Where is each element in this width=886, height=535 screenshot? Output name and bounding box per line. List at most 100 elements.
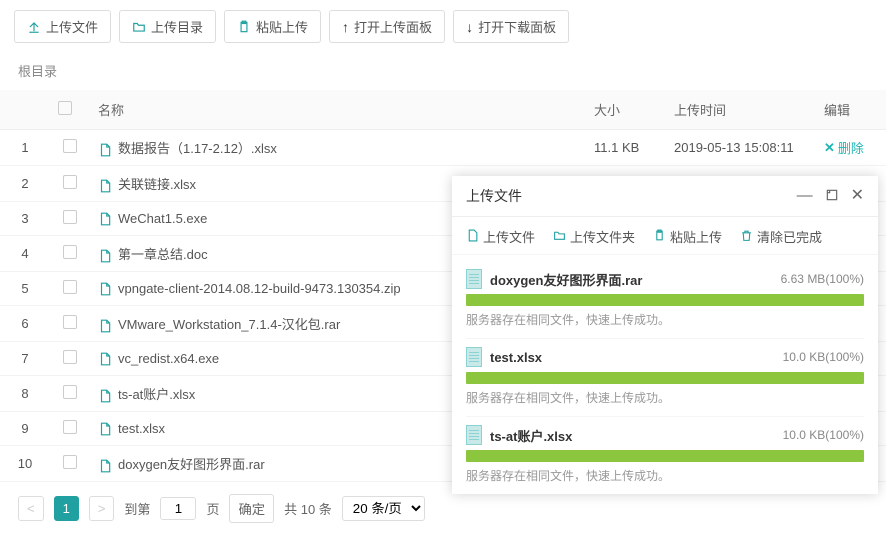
total-label: 共 10 条 xyxy=(284,499,332,518)
row-checkbox[interactable] xyxy=(63,315,77,329)
file-icon xyxy=(98,249,112,263)
arrow-down-icon: ↓ xyxy=(466,19,473,35)
tab-clear-done[interactable]: 清除已完成 xyxy=(740,227,822,246)
row-checkbox-cell xyxy=(50,272,90,306)
file-icon xyxy=(466,347,482,367)
col-time[interactable]: 上传时间 xyxy=(666,90,816,130)
file-icon xyxy=(98,143,112,157)
upload-icon xyxy=(27,20,41,34)
row-name[interactable]: 数据报告（1.17-2.12）.xlsx xyxy=(90,130,586,166)
upload-panel-title: 上传文件 xyxy=(466,186,522,206)
go-page-button[interactable]: 确定 xyxy=(229,494,274,523)
close-icon[interactable]: ✕ xyxy=(851,188,864,204)
file-icon xyxy=(466,425,482,445)
file-icon xyxy=(98,319,112,333)
open-upload-panel-button[interactable]: ↑ 打开上传面板 xyxy=(329,10,445,43)
row-checkbox[interactable] xyxy=(63,420,77,434)
upload-message: 服务器存在相同文件，快速上传成功。 xyxy=(466,389,864,406)
file-icon xyxy=(98,179,112,193)
checkbox-all[interactable] xyxy=(58,101,72,115)
row-edit: ✕删除 xyxy=(816,130,886,166)
file-icon xyxy=(98,389,112,403)
folder-icon xyxy=(132,20,146,34)
tab-upload-folder[interactable]: 上传文件夹 xyxy=(553,227,635,246)
upload-panel-header: 上传文件 — ✕ xyxy=(452,176,878,217)
row-index: 10 xyxy=(0,446,50,482)
row-checkbox[interactable] xyxy=(63,280,77,294)
upload-panel: 上传文件 — ✕ 上传文件 上传文件夹 粘贴上传 清除已完成 doxygen友好… xyxy=(452,176,878,494)
col-size[interactable]: 大小 xyxy=(586,90,666,130)
progress-bar xyxy=(466,294,864,306)
minimize-icon[interactable]: — xyxy=(797,188,813,204)
row-index: 1 xyxy=(0,130,50,166)
upload-size: 6.63 MB(100%) xyxy=(781,272,864,286)
row-checkbox[interactable] xyxy=(63,210,77,224)
row-index: 9 xyxy=(0,412,50,446)
tab-paste-upload[interactable]: 粘贴上传 xyxy=(653,227,722,246)
row-checkbox-cell xyxy=(50,412,90,446)
upload-dir-label: 上传目录 xyxy=(151,17,203,36)
row-checkbox[interactable] xyxy=(63,455,77,469)
upload-item: ts-at账户.xlsx 10.0 KB(100%) 服务器存在相同文件，快速上传成… xyxy=(466,417,864,494)
row-checkbox-cell xyxy=(50,202,90,236)
page-input[interactable] xyxy=(160,497,196,520)
row-checkbox-cell xyxy=(50,376,90,412)
arrow-up-icon: ↑ xyxy=(342,19,349,35)
file-icon xyxy=(98,212,112,226)
x-icon: ✕ xyxy=(824,140,835,156)
row-checkbox[interactable] xyxy=(63,350,77,364)
file-icon xyxy=(98,459,112,473)
file-icon xyxy=(98,352,112,366)
upload-size: 10.0 KB(100%) xyxy=(783,350,864,364)
col-name[interactable]: 名称 xyxy=(90,90,586,130)
row-checkbox-cell xyxy=(50,236,90,272)
row-checkbox-cell xyxy=(50,130,90,166)
upload-dir-button[interactable]: 上传目录 xyxy=(119,10,216,43)
table-row[interactable]: 1数据报告（1.17-2.12）.xlsx11.1 KB2019-05-13 1… xyxy=(0,130,886,166)
row-index: 6 xyxy=(0,306,50,342)
folder-icon xyxy=(553,229,566,245)
row-index: 4 xyxy=(0,236,50,272)
open-download-panel-label: 打开下载面板 xyxy=(478,17,556,36)
row-checkbox[interactable] xyxy=(63,175,77,189)
upload-size: 10.0 KB(100%) xyxy=(783,428,864,442)
row-checkbox-cell xyxy=(50,166,90,202)
trash-icon xyxy=(740,229,753,245)
upload-item: test.xlsx 10.0 KB(100%) 服务器存在相同文件，快速上传成功。 xyxy=(466,339,864,417)
row-index: 2 xyxy=(0,166,50,202)
row-checkbox[interactable] xyxy=(63,385,77,399)
progress-bar xyxy=(466,450,864,462)
upload-file-button[interactable]: 上传文件 xyxy=(14,10,111,43)
page-unit-label: 页 xyxy=(206,499,219,518)
upload-filename: test.xlsx xyxy=(490,350,775,365)
upload-tabs: 上传文件 上传文件夹 粘贴上传 清除已完成 xyxy=(452,217,878,255)
delete-link[interactable]: ✕删除 xyxy=(824,138,864,157)
col-edit: 编辑 xyxy=(816,90,886,130)
row-checkbox-cell xyxy=(50,342,90,376)
paste-upload-label: 粘贴上传 xyxy=(256,17,308,36)
expand-icon[interactable] xyxy=(825,188,839,204)
row-index: 3 xyxy=(0,202,50,236)
row-checkbox[interactable] xyxy=(63,245,77,259)
paste-upload-button[interactable]: 粘贴上传 xyxy=(224,10,321,43)
breadcrumb[interactable]: 根目录 xyxy=(0,53,886,90)
tab-upload-file[interactable]: 上传文件 xyxy=(466,227,535,246)
row-checkbox-cell xyxy=(50,306,90,342)
progress-bar xyxy=(466,372,864,384)
upload-list[interactable]: doxygen友好图形界面.rar 6.63 MB(100%) 服务器存在相同文件，… xyxy=(452,255,878,494)
upload-filename: ts-at账户.xlsx xyxy=(490,426,775,445)
upload-message: 服务器存在相同文件，快速上传成功。 xyxy=(466,467,864,484)
to-page-label: 到第 xyxy=(124,499,150,518)
row-time: 2019-05-13 15:08:11 xyxy=(666,130,816,166)
row-index: 7 xyxy=(0,342,50,376)
open-download-panel-button[interactable]: ↓ 打开下载面板 xyxy=(453,10,569,43)
upload-filename: doxygen友好图形界面.rar xyxy=(490,270,773,289)
upload-message: 服务器存在相同文件，快速上传成功。 xyxy=(466,311,864,328)
open-upload-panel-label: 打开上传面板 xyxy=(354,17,432,36)
file-icon xyxy=(466,269,482,289)
toolbar: 上传文件 上传目录 粘贴上传 ↑ 打开上传面板 ↓ 打开下载面板 xyxy=(0,0,886,53)
row-checkbox[interactable] xyxy=(63,139,77,153)
file-icon xyxy=(98,422,112,436)
clipboard-icon xyxy=(237,20,251,34)
file-icon xyxy=(98,282,112,296)
